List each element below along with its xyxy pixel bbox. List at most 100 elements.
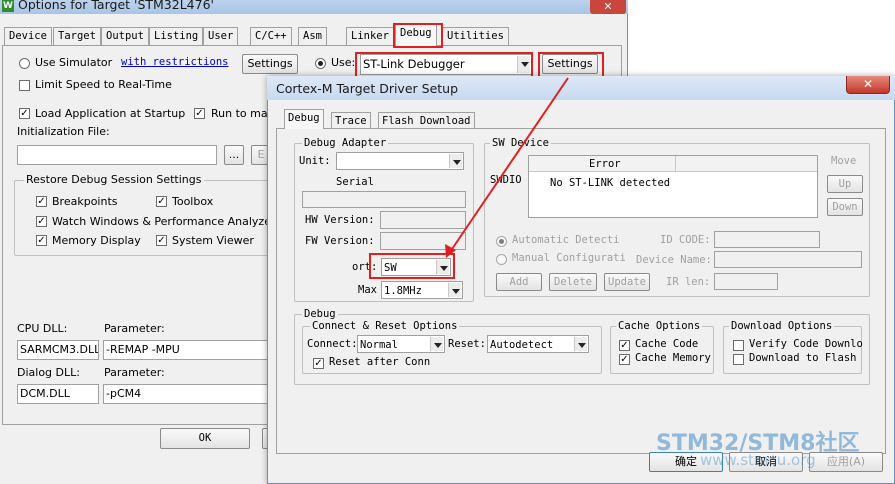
max-label: Max	[358, 284, 377, 296]
device-name-label: Device Name:	[636, 254, 712, 266]
cpu-param-field[interactable]: -REMAP -MPU	[103, 340, 269, 360]
cpu-param-label: Parameter:	[104, 322, 165, 335]
breakpoints-checkbox[interactable]: ✓	[36, 196, 47, 207]
manual-config-label: Manual Configurati	[512, 252, 626, 264]
auto-detect-label: Automatic Detecti	[512, 234, 620, 246]
chevron-down-icon	[448, 283, 461, 297]
max-clock-select[interactable]: 1.8MHz	[381, 281, 463, 299]
tab-target[interactable]: Target	[53, 27, 101, 45]
tab-flash-download[interactable]: Flash Download	[378, 112, 475, 129]
update-button[interactable]: Update	[604, 273, 650, 291]
system-viewer-label: System Viewer	[172, 234, 254, 247]
auto-detect-radio[interactable]	[496, 236, 507, 247]
verify-code-checkbox[interactable]	[733, 340, 744, 351]
serial-label: Serial	[336, 176, 374, 188]
unit-select[interactable]	[336, 152, 464, 170]
download-options-title: Download Options	[729, 320, 835, 332]
cache-code-label: Cache Code	[635, 338, 699, 350]
app-icon: W	[2, 0, 14, 12]
chevron-down-icon	[430, 337, 443, 351]
reset-label: Reset:	[448, 338, 486, 350]
no-stlink-message: No ST-LINK detected	[550, 177, 671, 189]
load-app-checkbox[interactable]: ✓	[19, 108, 30, 119]
tab-linker[interactable]: Linker	[346, 27, 394, 45]
cache-options-title: Cache Options	[616, 320, 703, 332]
init-file-input[interactable]	[17, 145, 217, 165]
with-restrictions-link[interactable]: with restrictions	[121, 56, 228, 68]
connect-select[interactable]: Normal	[357, 335, 445, 353]
dialog-dll-field[interactable]: DCM.DLL	[17, 384, 99, 404]
tab-trace[interactable]: Trace	[331, 112, 371, 129]
chevron-down-icon	[574, 337, 587, 351]
delete-button[interactable]: Delete	[549, 273, 597, 291]
ir-len-label: IR len:	[666, 276, 711, 288]
chevron-down-icon	[449, 154, 462, 168]
column-divider	[675, 156, 676, 172]
connect-reset-title: Connect & Reset Options	[310, 320, 460, 332]
sw-device-list-header	[529, 156, 817, 172]
debug-adapter-title: Debug Adapter	[302, 137, 389, 149]
memory-display-checkbox[interactable]: ✓	[36, 235, 47, 246]
connect-label: Connect:	[307, 338, 358, 350]
tab-user[interactable]: User	[203, 27, 239, 45]
id-code-label: ID CODE:	[660, 234, 711, 246]
run-to-main-checkbox[interactable]: ✓	[194, 108, 205, 119]
dialog-param-field[interactable]: -pCM4	[103, 384, 269, 404]
tab-debug-settings[interactable]: Debug	[284, 109, 324, 129]
cpu-dll-label: CPU DLL:	[17, 322, 68, 335]
max-clock-value: 1.8MHz	[384, 285, 422, 297]
cache-code-checkbox[interactable]: ✓	[619, 340, 630, 351]
move-down-button[interactable]: Down	[827, 198, 863, 216]
tab-utilities[interactable]: Utilities	[442, 27, 509, 45]
unit-label: Unit:	[299, 155, 331, 167]
load-app-label: Load Application at Startup	[35, 107, 186, 120]
options-title: Options for Target 'STM32L476'	[18, 0, 214, 12]
tab-asm[interactable]: Asm	[298, 27, 327, 45]
tab-listing[interactable]: Listing	[149, 27, 204, 45]
connect-select-value: Normal	[360, 339, 398, 351]
verify-code-label: Verify Code Downlo	[749, 338, 863, 350]
ok-button[interactable]: OK	[160, 428, 250, 449]
use-debugger-radio[interactable]	[315, 58, 326, 69]
use-simulator-label: Use Simulator	[35, 56, 113, 69]
add-button[interactable]: Add	[496, 273, 542, 291]
dialog-param-label: Parameter:	[104, 366, 165, 379]
reset-after-conn-checkbox[interactable]: ✓	[313, 358, 324, 369]
serial-field	[302, 191, 466, 208]
close-icon[interactable]: ✕	[846, 76, 890, 94]
cache-memory-label: Cache Memory	[635, 352, 711, 364]
system-viewer-checkbox[interactable]: ✓	[156, 235, 167, 246]
id-code-field	[714, 231, 820, 248]
reset-after-conn-label: Reset after Conn	[329, 356, 431, 368]
toolbox-label: Toolbox	[172, 195, 214, 208]
limit-speed-checkbox[interactable]	[19, 80, 30, 91]
manual-config-radio[interactable]	[496, 254, 507, 265]
reset-select[interactable]: Autodetect	[487, 335, 589, 353]
tab-device[interactable]: Device	[4, 27, 52, 45]
fw-version-field	[380, 232, 466, 250]
fw-version-label: FW Version:	[305, 235, 375, 247]
error-column-header: Error	[589, 158, 621, 170]
simulator-settings-button[interactable]: Settings	[242, 54, 298, 74]
sw-device-title: SW Device	[490, 137, 551, 149]
close-icon[interactable]: ✕	[590, 0, 626, 14]
use-simulator-radio[interactable]	[19, 58, 30, 69]
port-highlight	[369, 253, 455, 279]
driver-setup-title: Cortex-M Target Driver Setup	[276, 81, 459, 96]
debug-options-title: Debug	[302, 308, 338, 320]
swdio-label: SWDIO	[490, 174, 522, 186]
tab-cpp[interactable]: C/C++	[250, 27, 292, 45]
memory-display-label: Memory Display	[52, 234, 141, 247]
cache-memory-checkbox[interactable]: ✓	[619, 354, 630, 365]
cpu-dll-field[interactable]: SARMCM3.DLL	[17, 340, 99, 360]
move-up-button[interactable]: Up	[827, 175, 863, 193]
breakpoints-label: Breakpoints	[52, 195, 118, 208]
watermark-url: www.stmcu.org	[700, 451, 816, 469]
watch-windows-checkbox[interactable]: ✓	[36, 216, 47, 227]
download-flash-checkbox[interactable]	[733, 354, 744, 365]
tab-output[interactable]: Output	[101, 27, 149, 45]
dialog-dll-label: Dialog DLL:	[17, 366, 80, 379]
watch-windows-label: Watch Windows & Performance Analyzer	[52, 215, 276, 228]
browse-button[interactable]: ...	[224, 145, 244, 165]
toolbox-checkbox[interactable]: ✓	[156, 196, 167, 207]
